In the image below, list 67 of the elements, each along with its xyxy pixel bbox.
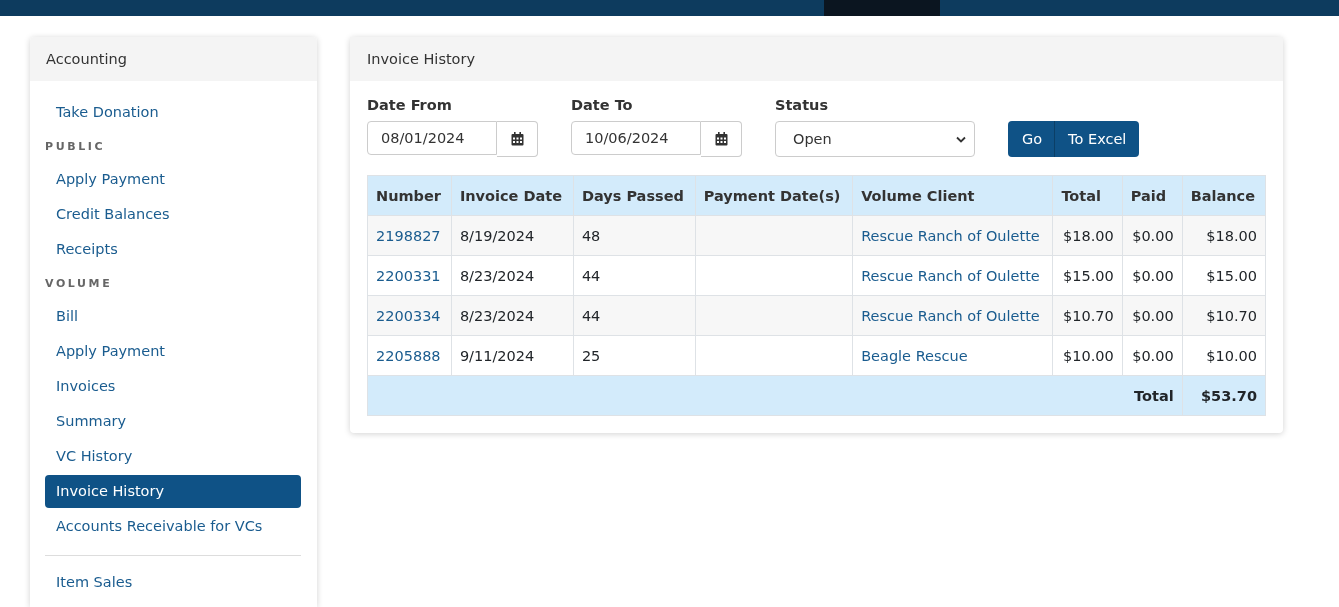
table-cell: 8/23/2024 xyxy=(451,295,574,336)
sidebar-item[interactable]: VC History xyxy=(45,440,301,473)
calendar-button[interactable] xyxy=(701,121,742,157)
table-link[interactable]: 2200334 xyxy=(376,307,441,324)
table-link[interactable]: Rescue Ranch of Oulette xyxy=(861,267,1040,284)
sidebar-item[interactable]: Take Donation xyxy=(45,96,301,129)
table-cell: $15.00 xyxy=(1182,255,1266,296)
status-dropdown[interactable]: Open xyxy=(775,121,975,157)
sidebar-item[interactable]: Item Sales xyxy=(45,566,301,599)
column-header: Payment Date(s) xyxy=(695,175,853,216)
table-cell: 44 xyxy=(573,295,696,336)
date-field[interactable]: 08/01/2024 xyxy=(367,121,497,155)
calendar-icon xyxy=(510,132,524,146)
column-header: Volume Client xyxy=(852,175,1053,216)
table-cell: 8/23/2024 xyxy=(451,255,574,296)
sidebar-item[interactable]: Receipts xyxy=(45,233,301,266)
table-link[interactable]: 2200331 xyxy=(376,267,441,284)
table-cell: $10.70 xyxy=(1052,295,1123,336)
sidebar-item[interactable]: Invoices xyxy=(45,370,301,403)
field-label: Status xyxy=(775,97,830,113)
table-cell: 25 xyxy=(573,335,696,376)
table-cell: $0.00 xyxy=(1122,255,1183,296)
field-label: Date From xyxy=(367,97,453,113)
sidebar-item[interactable]: Credit Balances xyxy=(45,198,301,231)
calendar-button[interactable] xyxy=(497,121,538,157)
column-header: Days Passed xyxy=(573,175,696,216)
table-cell: $18.00 xyxy=(1182,215,1266,256)
table-cell: $10.70 xyxy=(1182,295,1266,336)
section-heading: VOLUME xyxy=(45,276,114,292)
column-header: Paid xyxy=(1122,175,1183,216)
table-cell: 44 xyxy=(573,255,696,296)
table-cell: $10.00 xyxy=(1182,335,1266,376)
go-button[interactable]: Go xyxy=(1008,121,1056,157)
table-link[interactable]: 2198827 xyxy=(376,227,441,244)
calendar-icon xyxy=(714,132,728,146)
sidebar-item[interactable]: Summary xyxy=(45,405,301,438)
column-header: Number xyxy=(367,175,452,216)
section-heading: PUBLIC xyxy=(45,139,107,155)
date-field[interactable]: 10/06/2024 xyxy=(571,121,701,155)
total-label: Total xyxy=(367,375,1183,416)
table-link[interactable]: Beagle Rescue xyxy=(861,347,968,364)
table-link[interactable]: Rescue Ranch of Oulette xyxy=(861,307,1040,324)
field-label: Date To xyxy=(571,97,634,113)
caret-icon xyxy=(956,135,966,143)
table-cell: $15.00 xyxy=(1052,255,1123,296)
card-title: Invoice History xyxy=(350,37,1283,81)
sidebar-item[interactable]: Apply Payment xyxy=(45,163,301,196)
column-header: Balance xyxy=(1182,175,1266,216)
table-cell: $0.00 xyxy=(1122,335,1183,376)
table-cell: 48 xyxy=(573,215,696,256)
column-header: Invoice Date xyxy=(451,175,574,216)
total-value: $53.70 xyxy=(1182,375,1266,416)
table-link[interactable]: Rescue Ranch of Oulette xyxy=(861,227,1040,244)
table-cell: 9/11/2024 xyxy=(451,335,574,376)
table-cell: $0.00 xyxy=(1122,215,1183,256)
sidebar-title: Accounting xyxy=(30,37,317,81)
table-cell: $0.00 xyxy=(1122,295,1183,336)
table-cell: 8/19/2024 xyxy=(451,215,574,256)
export-button[interactable]: To Excel xyxy=(1055,121,1140,157)
table-link[interactable]: 2205888 xyxy=(376,347,441,364)
column-header: Total xyxy=(1052,175,1123,216)
sidebar-item[interactable]: Bill xyxy=(45,300,301,333)
table-cell: $18.00 xyxy=(1052,215,1123,256)
table-cell: $10.00 xyxy=(1052,335,1123,376)
sidebar-item[interactable]: Apply Payment xyxy=(45,335,301,368)
sidebar-item[interactable]: Invoice History xyxy=(45,475,301,508)
sidebar-item[interactable]: Accounts Receivable for VCs xyxy=(45,510,301,543)
